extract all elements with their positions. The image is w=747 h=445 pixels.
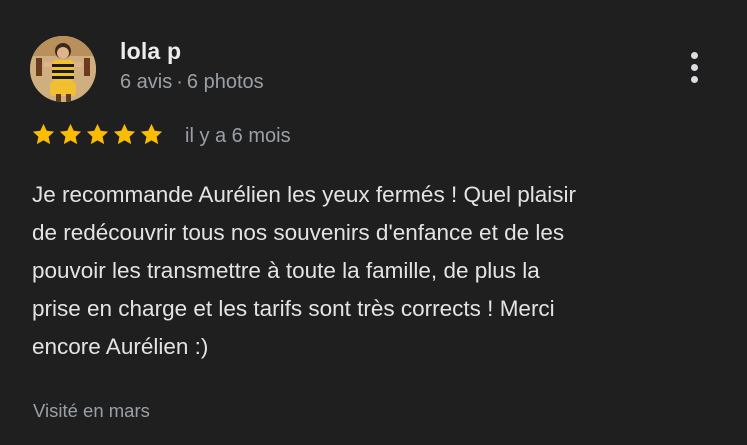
star-icon — [113, 123, 136, 145]
review-line: de redécouvrir tous nos souvenirs d'enfa… — [32, 220, 565, 245]
avatar-image — [30, 36, 96, 102]
star-icon — [140, 123, 163, 145]
star-rating — [31, 122, 164, 147]
visit-date: Visité en mars — [33, 400, 150, 421]
review-line: encore Aurélien :) — [32, 334, 209, 359]
review-text: Je recommande Aurélien les yeux fermés !… — [32, 176, 722, 366]
review-card: lola p 6 avis · 6 photos il y a 6 mois Je … — [0, 0, 747, 445]
photos-count: 6 photos — [186, 71, 264, 93]
reviewer-stats: 6 avis · 6 photos — [120, 71, 264, 94]
review-time: il y a 6 mois — [185, 125, 291, 147]
more-vert-icon[interactable] — [680, 46, 708, 88]
menu-dot — [690, 75, 698, 83]
review-line: prise en charge et les tarifs sont très … — [32, 296, 555, 321]
reviewer-name[interactable]: lola p — [120, 38, 181, 65]
review-line: Je recommande Aurélien les yeux fermés !… — [32, 182, 576, 207]
menu-dot — [690, 63, 698, 71]
star-icon — [32, 123, 55, 145]
star-icon — [59, 123, 82, 145]
meta-separator: · — [176, 71, 183, 93]
star-icon — [86, 123, 109, 145]
avatar[interactable] — [30, 36, 96, 102]
review-line: pouvoir les transmettre à toute la famil… — [32, 258, 540, 283]
reviews-count: 6 avis — [120, 71, 173, 93]
menu-dot — [690, 51, 698, 59]
